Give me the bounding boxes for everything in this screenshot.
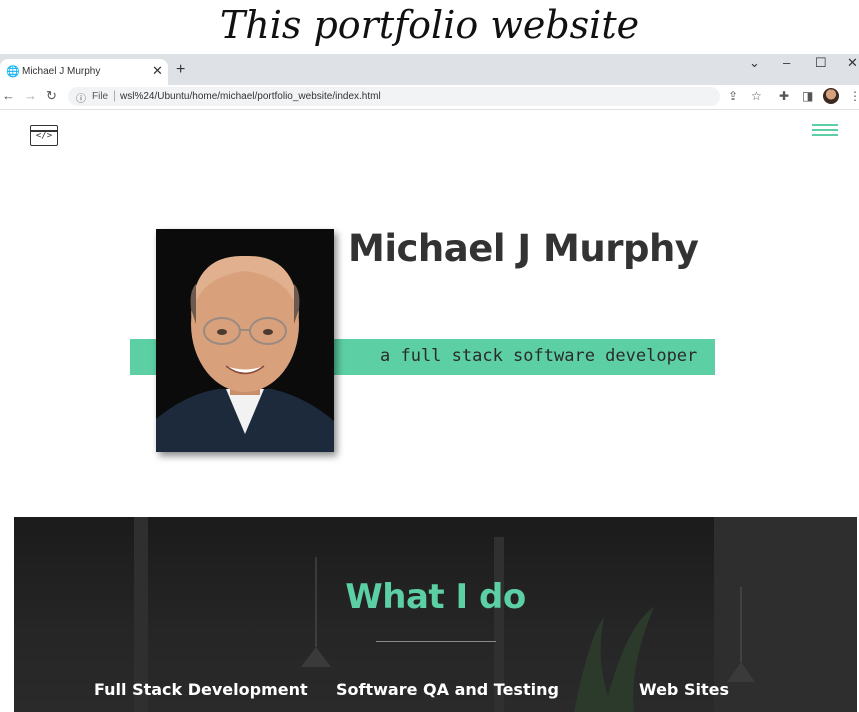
bookmark-star-icon[interactable]: ☆ [751, 89, 762, 103]
new-tab-button[interactable]: + [176, 61, 185, 79]
tab-title: Michael J Murphy [22, 66, 101, 77]
tagline: a full stack software developer [380, 346, 698, 366]
browser-toolbar: ← → ↻ ⓘ File | wsl%24/Ubuntu/home/michae… [0, 85, 859, 110]
tab-close-icon[interactable]: ✕ [152, 63, 163, 79]
window-close-icon[interactable]: ✕ [847, 55, 858, 71]
address-separator: | [113, 88, 117, 102]
back-icon[interactable]: ← [2, 88, 15, 103]
section-title: What I do [345, 577, 526, 617]
logo-code-text: </> [35, 131, 53, 141]
info-icon[interactable]: ⓘ [76, 90, 86, 105]
web-page: </> a full stack software developer Mich… [0, 110, 859, 712]
section-divider [376, 641, 496, 642]
tab-strip: 🌐 Michael J Murphy ✕ + ⌄ – ☐ ✕ [0, 54, 859, 85]
maximize-icon[interactable]: ☐ [815, 55, 827, 71]
menu-kebab-icon[interactable]: ⋮ [849, 89, 859, 103]
side-panel-icon[interactable]: ◨ [802, 89, 813, 103]
globe-icon: 🌐 [6, 66, 20, 78]
profile-avatar[interactable] [823, 88, 839, 104]
share-icon[interactable]: ⇪ [728, 89, 738, 103]
service-full-stack: Full Stack Development [94, 680, 308, 699]
address-url[interactable]: wsl%24/Ubuntu/home/michael/portfolio_web… [120, 91, 381, 102]
browser-tab[interactable]: 🌐 Michael J Murphy ✕ [0, 59, 168, 85]
address-bar[interactable]: ⓘ File | wsl%24/Ubuntu/home/michael/port… [68, 87, 720, 106]
profile-photo [156, 229, 334, 452]
service-qa-testing: Software QA and Testing [336, 680, 559, 699]
hamburger-menu-icon[interactable] [812, 124, 838, 139]
tab-search-icon[interactable]: ⌄ [749, 55, 760, 71]
caption-title: This portfolio website [219, 3, 640, 47]
hero-name: Michael J Murphy [348, 227, 699, 270]
minimize-icon[interactable]: – [783, 55, 790, 70]
what-i-do-section: What I do Full Stack Development Softwar… [14, 517, 857, 712]
service-web-sites: Web Sites [639, 680, 729, 699]
site-logo[interactable]: </> [30, 125, 58, 146]
reload-icon[interactable]: ↻ [46, 88, 57, 104]
extensions-icon[interactable]: ✚ [779, 89, 789, 103]
forward-icon[interactable]: → [24, 88, 37, 103]
address-scheme-label: File [92, 91, 109, 102]
